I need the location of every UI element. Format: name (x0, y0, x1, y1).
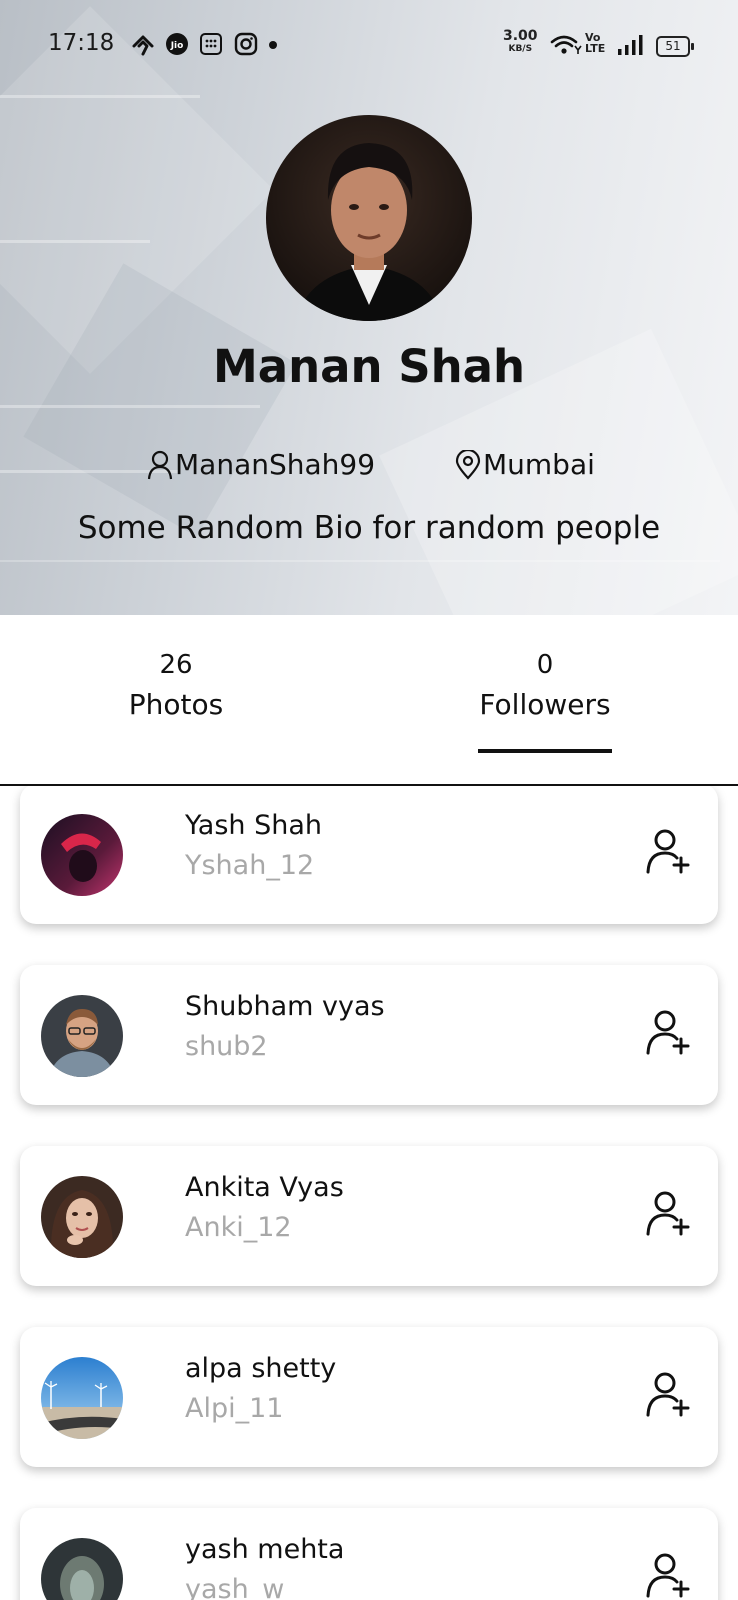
follower-name: alpa shetty (185, 1353, 337, 1384)
follower-card[interactable]: yash mehta yash_w (20, 1508, 718, 1600)
person-add-icon[interactable] (645, 1190, 691, 1238)
person-add-icon[interactable] (645, 828, 691, 876)
profile-photo (266, 115, 472, 321)
follower-username: yash_w (185, 1574, 285, 1600)
location-text: Mumbai (483, 448, 595, 481)
follower-name: Ankita Vyas (185, 1172, 344, 1203)
follower-card[interactable]: Yash Shah Yshah_12 (20, 786, 718, 924)
network-speed: 3.00 KB/S (503, 28, 538, 56)
avatar[interactable] (41, 995, 123, 1077)
profile-stats-tabs: 26 Photos 0 Followers (0, 615, 738, 785)
person-add-icon[interactable] (645, 1371, 691, 1419)
network-speed-unit: KB/S (508, 44, 533, 54)
volte-indicator: Vo LTE (585, 32, 605, 54)
cover-pattern (0, 240, 150, 243)
profile-name: Manan Shah (212, 340, 526, 393)
follower-name: Shubham vyas (185, 991, 385, 1022)
person-add-icon[interactable] (645, 1552, 691, 1600)
avatar[interactable] (41, 814, 123, 896)
tab-photos[interactable]: 26 Photos (61, 650, 291, 721)
profile-location: Mumbai (455, 448, 595, 481)
avatar[interactable] (41, 1538, 123, 1600)
signal-strength-icon (618, 35, 643, 55)
svg-text:Jio: Jio (170, 41, 184, 51)
follower-username: shub2 (185, 1031, 268, 1062)
person-add-icon[interactable] (645, 1009, 691, 1057)
follower-card[interactable]: alpa shetty Alpi_11 (20, 1327, 718, 1467)
avatar-image (41, 995, 123, 1077)
avatar-image (41, 814, 123, 896)
photos-count: 26 (159, 650, 193, 680)
follower-username: Alpi_11 (185, 1393, 284, 1424)
follower-username: Yshah_12 (185, 850, 315, 881)
avatar-image (41, 1176, 123, 1258)
follower-name: yash mehta (185, 1534, 345, 1565)
lte-label: LTE (585, 42, 606, 55)
follower-card[interactable]: Shubham vyas shub2 (20, 965, 718, 1105)
follower-username: Anki_12 (185, 1212, 292, 1243)
status-bar: 17:18 Jio 3.00 KB/S Vo LTE 51 (0, 0, 738, 90)
location-pin-icon (455, 449, 481, 480)
more-notifications-dot-icon (269, 41, 277, 49)
wifi-icon (550, 35, 582, 54)
profile-bio: Some Random Bio for random people (77, 510, 661, 546)
avatar[interactable] (41, 1357, 123, 1439)
active-tab-indicator (478, 749, 612, 753)
cover-pattern (0, 560, 720, 562)
photos-label: Photos (128, 688, 224, 721)
cover-pattern (0, 95, 200, 98)
followers-label: Followers (479, 688, 611, 721)
battery-icon: 51 (656, 36, 694, 57)
follower-card[interactable]: Ankita Vyas Anki_12 (20, 1146, 718, 1286)
profile-username: MananShah99 (147, 448, 375, 481)
instagram-icon (234, 32, 258, 56)
jio-icon: Jio (166, 33, 188, 55)
person-outline-icon (147, 450, 173, 479)
profile-cover: 17:18 Jio 3.00 KB/S Vo LTE 51 Manan Shah… (0, 0, 738, 615)
tab-followers[interactable]: 0 Followers (430, 650, 660, 721)
followers-list[interactable]: Yash Shah Yshah_12 Shubham vyas shub2 An… (0, 786, 738, 1600)
follower-name: Yash Shah (185, 810, 322, 841)
network-speed-value: 3.00 (503, 28, 538, 44)
network-arrow-icon (132, 35, 154, 56)
avatar-image (41, 1357, 123, 1439)
avatar[interactable] (41, 1176, 123, 1258)
avatar-image (41, 1538, 123, 1600)
username-text: MananShah99 (175, 448, 376, 481)
calculator-icon (200, 33, 222, 55)
status-time: 17:18 (48, 30, 115, 56)
followers-count: 0 (536, 650, 554, 680)
profile-avatar[interactable] (266, 115, 472, 321)
cover-pattern (0, 405, 260, 408)
